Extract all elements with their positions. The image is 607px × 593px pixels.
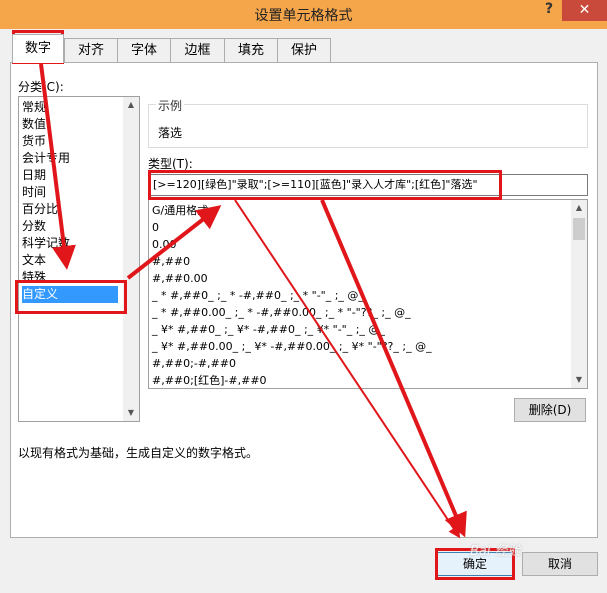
format-list[interactable]: G/通用格式 0 0.00 #,##0 #,##0.00 _ * #,##0_ …	[148, 199, 588, 389]
tab-border[interactable]: 边框	[170, 38, 225, 62]
category-list[interactable]: 常规 数值 货币 会计专用 日期 时间 百分比 分数 科学记数 文本 特殊 自定…	[18, 96, 140, 422]
title-bar: 设置单元格格式 ? ✕	[0, 0, 607, 29]
tab-protection[interactable]: 保护	[277, 38, 331, 62]
format-item[interactable]: #,##0;-#,##0	[152, 355, 236, 372]
category-item-date[interactable]: 日期	[22, 167, 46, 184]
category-item-percentage[interactable]: 百分比	[22, 201, 58, 218]
tab-alignment[interactable]: 对齐	[64, 38, 118, 62]
format-item[interactable]: #,##0.00	[152, 270, 208, 287]
help-icon[interactable]: ?	[537, 1, 561, 17]
scroll-down-icon[interactable]: ▼	[123, 405, 139, 421]
category-item-time[interactable]: 时间	[22, 184, 46, 201]
type-label: 类型(T):	[148, 157, 193, 171]
category-label: 分类(C):	[18, 80, 64, 94]
sample-label: 示例	[156, 97, 185, 114]
cancel-button[interactable]: 取消	[522, 552, 598, 576]
category-item-custom[interactable]: 自定义	[22, 286, 118, 303]
tab-font[interactable]: 字体	[117, 38, 171, 62]
category-item-text[interactable]: 文本	[22, 252, 46, 269]
category-scrollbar[interactable]: ▲ ▼	[123, 97, 139, 421]
category-item-number[interactable]: 数值	[22, 116, 46, 133]
category-item-currency[interactable]: 货币	[22, 133, 46, 150]
format-item[interactable]: _ ¥* #,##0.00_ ;_ ¥* -#,##0.00_ ;_ ¥* "-…	[152, 338, 432, 355]
tab-fill[interactable]: 填充	[224, 38, 278, 62]
delete-button[interactable]: 删除(D)	[514, 398, 586, 422]
category-item-general[interactable]: 常规	[22, 99, 46, 116]
watermark-text: Bai 经验	[470, 544, 521, 559]
format-item[interactable]: _ * #,##0.00_ ;_ * -#,##0.00_ ;_ * "-"??…	[152, 304, 411, 321]
category-item-scientific[interactable]: 科学记数	[22, 235, 70, 252]
scroll-up-icon[interactable]: ▲	[123, 97, 139, 113]
category-item-fraction[interactable]: 分数	[22, 218, 46, 235]
format-item[interactable]: _ * #,##0_ ;_ * -#,##0_ ;_ * "-"_ ;_ @_	[152, 287, 364, 304]
category-item-special[interactable]: 特殊	[22, 269, 46, 286]
tab-number[interactable]: 数字	[12, 34, 64, 63]
format-item[interactable]: _ ¥* #,##0_ ;_ ¥* -#,##0_ ;_ ¥* "-"_ ;_ …	[152, 321, 385, 338]
format-item[interactable]: G/通用格式	[152, 202, 208, 219]
sample-value: 落选	[158, 126, 183, 140]
window-title: 设置单元格格式	[254, 8, 353, 24]
sample-group	[148, 104, 588, 148]
scroll-down-icon[interactable]: ▼	[571, 372, 587, 388]
format-item[interactable]: 0	[152, 219, 159, 236]
format-description: 以现有格式为基础，生成自定义的数字格式。	[18, 446, 259, 460]
format-item[interactable]: #,##0;[红色]-#,##0	[152, 372, 267, 388]
format-scrollbar[interactable]: ▲ ▼	[571, 200, 587, 388]
scroll-thumb[interactable]	[573, 218, 585, 240]
format-item[interactable]: 0.00	[152, 236, 177, 253]
type-input[interactable]: [>=120][绿色]"录取";[>=110][蓝色]"录入人才库";[红色]"…	[148, 174, 588, 196]
scroll-up-icon[interactable]: ▲	[571, 200, 587, 216]
category-item-accounting[interactable]: 会计专用	[22, 150, 70, 167]
close-button[interactable]: ✕	[562, 0, 607, 21]
format-item[interactable]: #,##0	[152, 253, 190, 270]
